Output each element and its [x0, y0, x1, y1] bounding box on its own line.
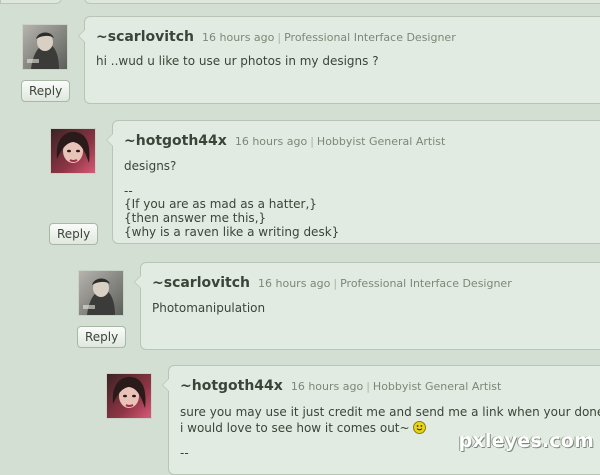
comment-line: i would love to see how it comes out~ [180, 421, 410, 435]
avatar[interactable] [78, 270, 124, 316]
separator: | [277, 31, 282, 44]
reply-button[interactable]: Reply [77, 326, 127, 348]
signature-line: {why is a raven like a writing desk} [124, 225, 340, 239]
timestamp[interactable]: 16 hours ago [202, 31, 274, 44]
comment-box: ~scarlovitch 16 hours ago | Professional In… [134, 262, 600, 350]
comment-box: ~hotgoth44x 16 hours ago | Hobbyist General… [106, 120, 600, 244]
timestamp[interactable]: 16 hours ago [235, 135, 307, 148]
avatar[interactable] [50, 128, 96, 174]
reply-button[interactable]: Reply [21, 80, 71, 102]
comment-header: ~scarlovitch 16 hours ago | Professional In… [152, 272, 512, 291]
watermark-logo: pxleyes.com [458, 430, 594, 452]
user-role: Professional Interface Designer [340, 277, 512, 290]
signature-line: {then answer me this,} [124, 211, 267, 225]
separator: | [310, 135, 314, 148]
avatar-scarlovitch-image [79, 271, 123, 315]
timestamp[interactable]: 16 hours ago [258, 277, 330, 290]
comment-line: sure you may use it just credit me and s… [180, 405, 600, 419]
avatar-hotgoth44x-image [51, 129, 95, 173]
comment-line: Photomanipulation [152, 301, 266, 315]
comment-box: ~scarlovitch 16 hours ago | Professional In… [78, 16, 600, 104]
timestamp[interactable]: 16 hours ago [291, 380, 363, 393]
smiley-icon [412, 421, 426, 434]
signature-line: -- [124, 184, 133, 198]
comment-line: designs? [124, 159, 177, 173]
comment-box: ~hotgoth44x 16 hours ago | Hobbyist General… [162, 365, 600, 475]
user-role: Professional Interface Designer [284, 31, 456, 44]
username-link[interactable]: ~hotgoth44x [124, 133, 227, 149]
comment-body: Photomanipulation [152, 301, 265, 316]
comment-body: designs? -- {If you are as mad as a hatt… [124, 159, 339, 239]
avatar[interactable] [106, 373, 152, 419]
user-role: Hobbyist General Artist [372, 380, 502, 393]
comment-header: ~scarlovitch 16 hours ago | Professional In… [96, 26, 456, 45]
comment-line [124, 174, 339, 185]
avatar[interactable] [22, 24, 68, 70]
comment-header: ~hotgoth44x 16 hours ago | Hobbyist General… [180, 375, 501, 394]
previous-comment-edge [0, 0, 62, 4]
user-role: Hobbyist General Artist [316, 135, 446, 148]
username-link[interactable]: ~scarlovitch [96, 29, 194, 45]
reply-button[interactable]: Reply [49, 223, 99, 245]
previous-comment-box-edge [84, 0, 600, 4]
separator: | [333, 277, 338, 290]
signature-line: {If you are as mad as a hatter,} [124, 197, 317, 211]
separator: | [366, 380, 370, 393]
comment-line: hi ..wud u like to use ur photos in my d… [96, 54, 379, 68]
username-link[interactable]: ~hotgoth44x [180, 378, 283, 394]
username-link[interactable]: ~scarlovitch [152, 275, 250, 291]
avatar-scarlovitch-image [23, 25, 67, 69]
comment-body: hi ..wud u like to use ur photos in my d… [96, 54, 379, 69]
avatar-hotgoth44x-image [107, 374, 151, 418]
comment-header: ~hotgoth44x 16 hours ago | Hobbyist General… [124, 130, 445, 149]
